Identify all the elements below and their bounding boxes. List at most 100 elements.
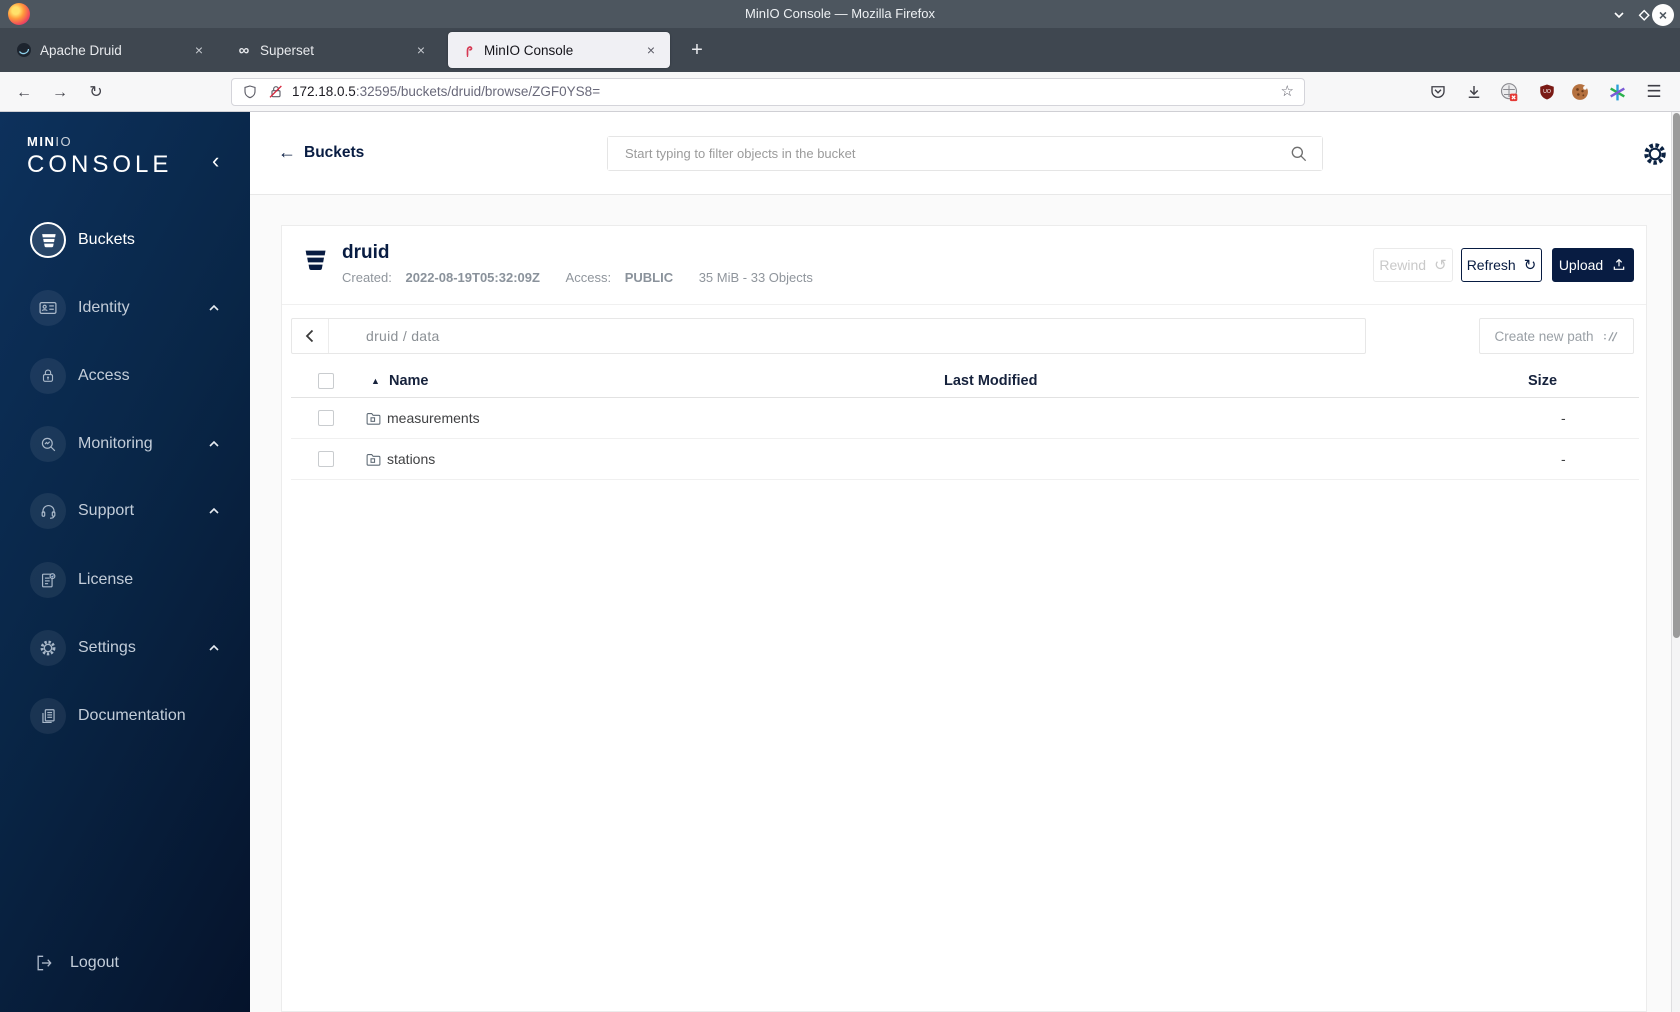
close-icon: × — [1658, 7, 1668, 23]
browser-tab-bar: Apache Druid × ∞ Superset × MinIO Consol… — [0, 28, 1680, 72]
refresh-button[interactable]: Refresh ↻ — [1461, 248, 1542, 282]
tab-minio-console[interactable]: MinIO Console × — [448, 32, 670, 68]
sidebar-item-label: License — [78, 571, 134, 588]
table-row[interactable]: stations - — [291, 439, 1639, 480]
object-name[interactable]: stations — [387, 439, 435, 480]
create-path-label: Create new path — [1494, 328, 1594, 344]
sidebar-item-label: Settings — [78, 639, 136, 656]
ublock-origin-icon[interactable]: UO — [1535, 80, 1559, 104]
new-tab-button[interactable]: + — [684, 38, 710, 64]
url-bar[interactable]: 172.18.0.5:32595/buckets/druid/browse/ZG… — [231, 78, 1305, 106]
tab-close-icon[interactable]: × — [190, 42, 208, 58]
sidebar-item-logout[interactable]: Logout — [34, 945, 234, 981]
folder-icon — [365, 410, 382, 432]
object-size: - — [1561, 451, 1566, 467]
tab-close-icon[interactable]: × — [642, 42, 660, 58]
sidebar-item-identity[interactable]: Identity — [30, 290, 236, 326]
scrollbar-thumb[interactable] — [1673, 113, 1680, 638]
access-value: PUBLIC — [624, 270, 674, 285]
row-checkbox[interactable] — [318, 410, 334, 426]
window-minimize-button[interactable] — [1608, 4, 1630, 26]
sidebar-item-access[interactable]: Access — [30, 358, 236, 394]
screen: MinIO Console — Mozilla Firefox × Apache… — [0, 0, 1680, 1012]
path-back-button[interactable] — [292, 319, 329, 353]
brand-min: MIN — [27, 134, 56, 149]
bookmark-star-icon[interactable]: ☆ — [1281, 79, 1294, 105]
chevron-up-icon[interactable] — [206, 640, 222, 656]
tab-apache-druid[interactable]: Apache Druid × — [4, 28, 218, 72]
shield-icon — [242, 84, 258, 105]
upload-icon — [1613, 258, 1625, 270]
column-header-last-modified: Last Modified — [944, 373, 1038, 389]
object-name[interactable]: measurements — [387, 398, 480, 439]
created-label: Created: — [342, 270, 392, 285]
window-title: MinIO Console — Mozilla Firefox — [745, 6, 935, 21]
back-button[interactable]: ← — [11, 80, 37, 106]
id-card-icon — [30, 290, 66, 326]
search-input[interactable] — [608, 137, 1322, 170]
back-link-label: Buckets — [304, 143, 365, 161]
tab-close-icon[interactable]: × — [412, 42, 430, 58]
upload-button[interactable]: Upload — [1552, 248, 1634, 282]
minio-flamingo-logo-icon — [460, 42, 476, 58]
sidebar-item-buckets[interactable]: Buckets — [30, 222, 236, 258]
rewind-icon: ↺ — [1434, 257, 1447, 274]
back-arrow-icon: ← — [278, 142, 296, 162]
insecure-lock-icon — [268, 84, 284, 105]
cookie-icon[interactable] — [1568, 80, 1592, 104]
back-to-buckets-link[interactable]: ← Buckets — [278, 142, 364, 163]
sidebar-item-label: Documentation — [78, 707, 186, 724]
objects-table: ▲ Name Last Modified Size measurements - — [291, 366, 1639, 480]
search-icon — [1289, 144, 1309, 169]
row-checkbox[interactable] — [318, 451, 334, 467]
minio-console-logo: MINIO CONSOLE — [27, 134, 172, 179]
upload-label: Upload — [1558, 257, 1604, 273]
sidebar-item-monitoring[interactable]: Monitoring — [30, 426, 236, 462]
sidebar-item-license[interactable]: License — [30, 562, 236, 598]
create-new-path-button[interactable]: Create new path — [1479, 318, 1634, 354]
reload-button[interactable]: ↻ — [83, 80, 109, 106]
chevron-up-icon[interactable] — [206, 503, 222, 519]
documentation-icon — [30, 698, 66, 734]
folder-icon — [365, 451, 382, 473]
url-host: 172.18.0.5 — [292, 84, 356, 99]
bucket-icon — [30, 222, 66, 258]
url-path: :32595/buckets/druid/browse/ZGF0YS8= — [355, 84, 601, 99]
select-all-checkbox[interactable] — [318, 373, 334, 389]
druid-logo-icon — [16, 42, 32, 58]
bucket-icon — [301, 246, 329, 279]
column-header-name[interactable]: Name — [389, 366, 429, 398]
hamburger-menu-icon[interactable]: ☰ — [1642, 80, 1666, 104]
settings-gear-icon[interactable] — [1641, 140, 1669, 168]
svg-text:UO: UO — [1543, 89, 1551, 95]
superset-logo-icon: ∞ — [238, 41, 250, 59]
table-row[interactable]: measurements - — [291, 398, 1639, 439]
extension-disabled-icon[interactable] — [1497, 80, 1521, 104]
access-lock-icon — [30, 358, 66, 394]
tab-superset[interactable]: ∞ Superset × — [224, 28, 440, 72]
rewind-button[interactable]: Rewind ↺ — [1373, 248, 1453, 282]
sidebar-item-support[interactable]: Support — [30, 493, 236, 529]
logout-icon — [34, 953, 54, 973]
multicolor-asterisk-extension-icon[interactable] — [1605, 80, 1629, 104]
bucket-card: druid Created: 2022-08-19T05:32:09Z Acce… — [281, 225, 1647, 1012]
window-close-button[interactable]: × — [1652, 4, 1674, 26]
sidebar-item-settings[interactable]: Settings — [30, 630, 236, 666]
refresh-icon: ↻ — [1523, 257, 1537, 274]
chevron-up-icon[interactable] — [206, 300, 222, 316]
pocket-icon[interactable] — [1426, 80, 1450, 104]
sidebar-item-documentation[interactable]: Documentation — [30, 698, 236, 734]
sidebar-item-label: Identity — [78, 299, 130, 316]
table-header-row: ▲ Name Last Modified Size — [291, 366, 1639, 398]
gear-icon — [30, 630, 66, 666]
url-text: 172.18.0.5:32595/buckets/druid/browse/ZG… — [292, 79, 600, 105]
license-doc-icon — [30, 562, 66, 598]
app-header: ← Buckets — [250, 112, 1671, 195]
downloads-icon[interactable] — [1462, 80, 1486, 104]
object-filter-searchbox — [607, 136, 1323, 171]
forward-button[interactable]: → — [47, 80, 73, 106]
chevron-up-icon[interactable] — [206, 436, 222, 452]
monitoring-magnifier-icon — [30, 426, 66, 462]
sidebar-collapse-chevron-icon[interactable]: ‹ — [212, 150, 219, 172]
object-size: - — [1561, 410, 1566, 426]
